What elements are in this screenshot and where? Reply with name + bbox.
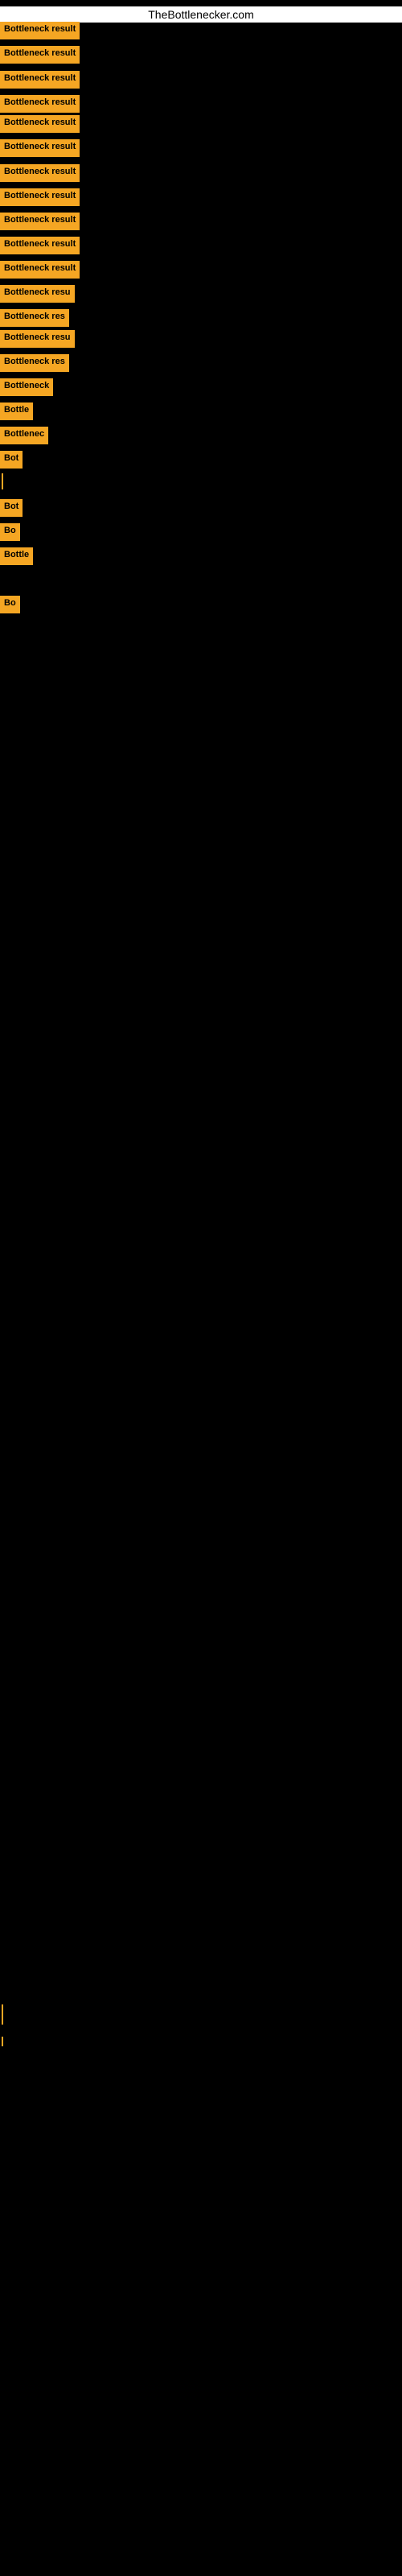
vertical-line	[2, 473, 3, 489]
bottleneck-badge: Bot	[0, 499, 23, 517]
bottleneck-badge: Bot	[0, 451, 23, 469]
bottleneck-badge: Bottleneck result	[0, 213, 80, 230]
bottleneck-badge: Bottleneck result	[0, 22, 80, 39]
bottleneck-badge: Bottleneck resu	[0, 285, 75, 303]
bottleneck-badge: Bottleneck	[0, 378, 53, 396]
bottleneck-badge: Bottlenec	[0, 427, 48, 444]
bottleneck-badge: Bottleneck res	[0, 309, 69, 327]
bottleneck-badge: Bottleneck res	[0, 354, 69, 372]
bottleneck-badge: Bottle	[0, 547, 33, 565]
bottleneck-badge: Bo	[0, 523, 20, 541]
bottleneck-badge: Bottleneck result	[0, 261, 80, 279]
vertical-line	[2, 2037, 3, 2046]
bottleneck-badge: Bottleneck result	[0, 188, 80, 206]
bottleneck-badge: Bottleneck result	[0, 95, 80, 113]
bottleneck-badge: Bottleneck resu	[0, 330, 75, 348]
bottleneck-badge: Bottleneck result	[0, 237, 80, 254]
bottleneck-badge: Bottleneck result	[0, 46, 80, 64]
bottleneck-badge: Bottleneck result	[0, 139, 80, 157]
vertical-line	[2, 2004, 3, 2025]
bottleneck-badge: Bottleneck result	[0, 115, 80, 133]
bottleneck-badge: Bo	[0, 596, 20, 613]
bottleneck-badge: Bottleneck result	[0, 71, 80, 89]
bottleneck-badge: Bottle	[0, 402, 33, 420]
site-title: TheBottlenecker.com	[0, 6, 402, 23]
bottleneck-badge: Bottleneck result	[0, 164, 80, 182]
